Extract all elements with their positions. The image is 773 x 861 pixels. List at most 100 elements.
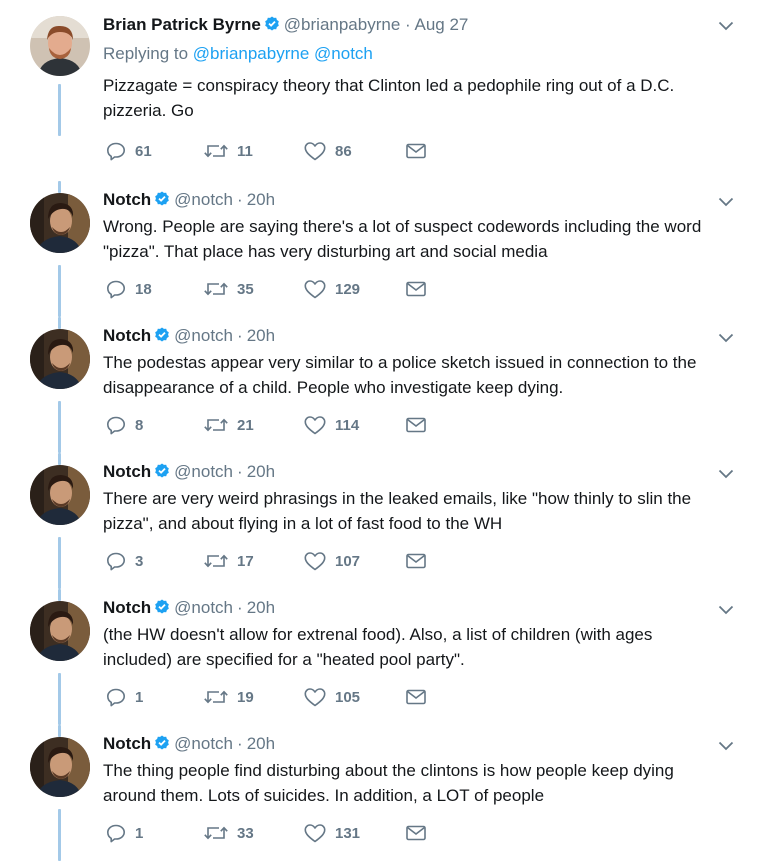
like-count: 131 [335, 824, 361, 842]
chevron-down-icon[interactable] [718, 602, 734, 620]
retweet-button[interactable]: 11 [203, 140, 253, 162]
author-handle[interactable]: @notch [174, 190, 233, 209]
retweet-button[interactable]: 33 [203, 822, 254, 844]
tweet-first[interactable]: Brian Patrick Byrne @brianpabyrne · Aug 2… [0, 0, 773, 161]
verified-badge-icon [154, 599, 170, 621]
direct-message-button[interactable] [405, 278, 427, 300]
direct-message-button[interactable] [405, 686, 427, 708]
avatar[interactable] [30, 601, 90, 661]
heart-icon [303, 140, 327, 162]
heart-icon [303, 550, 327, 572]
chevron-down-icon[interactable] [718, 18, 734, 36]
author-name[interactable]: Brian Patrick Byrne [103, 15, 261, 34]
reply-button[interactable]: 3 [105, 550, 143, 572]
tweet-1[interactable]: Notch @notch · 20h Wrong. People are saying… [0, 181, 773, 317]
tweet-time[interactable]: 20h [247, 326, 275, 345]
direct-message-button[interactable] [405, 550, 427, 572]
separator-dot: · [237, 598, 243, 617]
tweet-2[interactable]: Notch @notch · 20h The podestas appear very… [0, 317, 773, 453]
reply-count: 61 [135, 142, 152, 160]
author-name[interactable]: Notch [103, 598, 151, 617]
separator-dot: · [237, 190, 243, 209]
like-button[interactable]: 114 [303, 414, 359, 436]
replying-to-label: Replying to [103, 44, 189, 63]
tweet-header: Notch @notch · 20h [103, 461, 275, 485]
tweet-text: The thing people find disturbing about t… [103, 761, 674, 805]
retweet-icon [203, 822, 229, 844]
like-count: 86 [335, 142, 352, 160]
chevron-down-icon[interactable] [718, 330, 734, 348]
reply-button[interactable]: 1 [105, 822, 143, 844]
tweet-time[interactable]: Aug 27 [415, 15, 469, 34]
reply-icon [105, 822, 127, 844]
like-button[interactable]: 131 [303, 822, 360, 844]
retweet-button[interactable]: 17 [203, 550, 254, 572]
author-name[interactable]: Notch [103, 190, 151, 209]
tweet-header: Brian Patrick Byrne @brianpabyrne · Aug 2… [103, 14, 468, 38]
separator-dot: · [237, 462, 243, 481]
avatar[interactable] [30, 16, 90, 76]
chevron-down-icon[interactable] [718, 194, 734, 212]
retweet-count: 21 [237, 416, 254, 434]
thread-line [58, 181, 61, 193]
verified-badge-icon [154, 327, 170, 349]
reply-count: 18 [135, 280, 152, 298]
tweet-time[interactable]: 20h [247, 190, 275, 209]
tweet-4[interactable]: Notch @notch · 20h (the HW doesn't allow fo… [0, 589, 773, 725]
reply-button[interactable]: 8 [105, 414, 143, 436]
tweet-text: Pizzagate = conspiracy theory that Clint… [103, 76, 675, 120]
like-count: 105 [335, 688, 361, 706]
direct-message-button[interactable] [405, 140, 427, 162]
author-handle[interactable]: @notch [174, 734, 233, 753]
tweet-text: Wrong. People are saying there's a lot o… [103, 217, 702, 261]
retweet-icon [203, 686, 229, 708]
author-name[interactable]: Notch [103, 734, 151, 753]
author-name[interactable]: Notch [103, 462, 151, 481]
reply-button[interactable]: 61 [105, 140, 152, 162]
retweet-count: 33 [237, 824, 254, 842]
thread-line [58, 265, 61, 317]
avatar[interactable] [30, 465, 90, 525]
retweet-button[interactable]: 35 [203, 278, 254, 300]
tweet-time[interactable]: 20h [247, 734, 275, 753]
reply-count: 8 [135, 416, 144, 434]
tweet-time[interactable]: 20h [247, 462, 275, 481]
verified-badge-icon [264, 16, 280, 38]
retweet-button[interactable]: 21 [203, 414, 254, 436]
retweet-button[interactable]: 19 [203, 686, 254, 708]
reply-icon [105, 278, 127, 300]
thread-line [58, 401, 61, 453]
like-button[interactable]: 105 [303, 686, 360, 708]
author-handle[interactable]: @notch [174, 598, 233, 617]
mention-link[interactable]: @brianpabyrne [193, 44, 310, 63]
chevron-down-icon[interactable] [718, 738, 734, 756]
tweet-header: Notch @notch · 20h [103, 597, 275, 621]
author-handle[interactable]: @brianpabyrne [284, 15, 401, 34]
avatar[interactable] [30, 193, 90, 253]
thread-line [58, 317, 61, 329]
retweet-count: 11 [237, 142, 253, 160]
author-handle[interactable]: @notch [174, 326, 233, 345]
author-handle[interactable]: @notch [174, 462, 233, 481]
avatar[interactable] [30, 737, 90, 797]
tweet-3[interactable]: Notch @notch · 20h There are very weird phr… [0, 453, 773, 589]
like-count: 107 [335, 552, 361, 570]
tweet-time[interactable]: 20h [247, 598, 275, 617]
tweet-5[interactable]: Notch @notch · 20h The thing people find di… [0, 725, 773, 861]
like-button[interactable]: 129 [303, 278, 360, 300]
mention-link[interactable]: @notch [314, 44, 373, 63]
avatar[interactable] [30, 329, 90, 389]
chevron-down-icon[interactable] [718, 466, 734, 484]
reply-button[interactable]: 18 [105, 278, 152, 300]
like-button[interactable]: 86 [303, 140, 352, 162]
retweet-count: 17 [237, 552, 254, 570]
direct-message-button[interactable] [405, 414, 427, 436]
reply-button[interactable]: 1 [105, 686, 143, 708]
author-name[interactable]: Notch [103, 326, 151, 345]
separator-dot: · [405, 15, 411, 34]
reply-icon [105, 550, 127, 572]
thread-line [58, 809, 61, 861]
thread-line [58, 725, 61, 737]
direct-message-button[interactable] [405, 822, 427, 844]
like-button[interactable]: 107 [303, 550, 360, 572]
